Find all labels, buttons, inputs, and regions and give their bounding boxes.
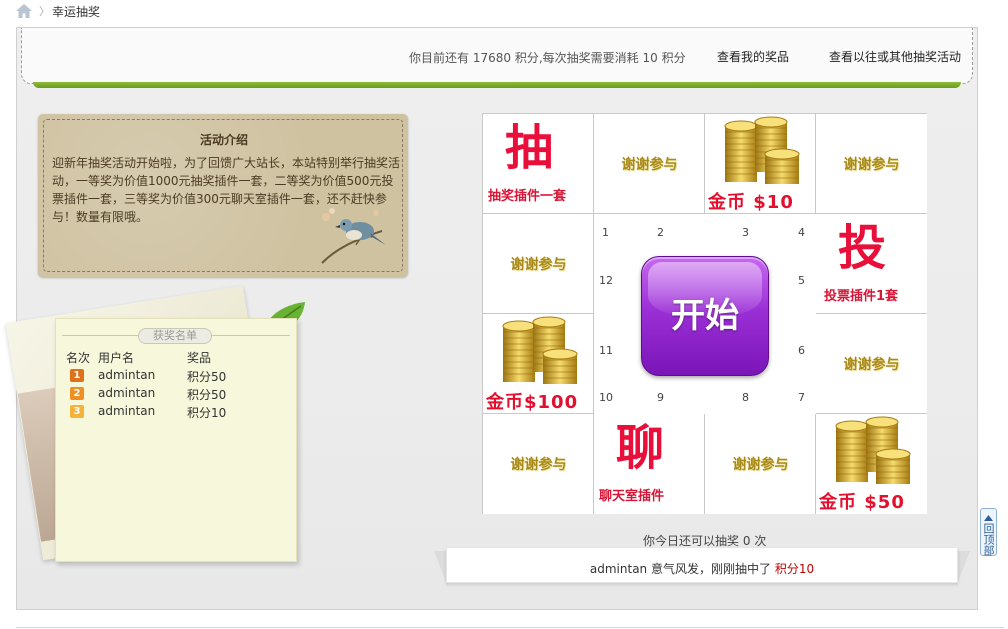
my-prizes-link[interactable]: 查看我的奖品 xyxy=(717,48,789,65)
ticker-message: admintan 意气风发，刚刚抽中了 积分10 xyxy=(434,560,970,577)
position-number: 7 xyxy=(798,391,805,404)
position-number: 3 xyxy=(742,226,749,239)
grid-cell-5[interactable]: 投 投票插件1套 xyxy=(816,214,927,314)
prize-label-coin-10: 金币 $10 xyxy=(708,192,794,213)
position-number: 9 xyxy=(657,391,664,404)
grid-cell-4[interactable]: 谢谢参与 xyxy=(816,114,927,214)
prize-char-vote: 投 xyxy=(838,220,887,276)
breadcrumb-separator: 〉 xyxy=(39,5,50,18)
prize-label-vote-plugin: 投票插件1套 xyxy=(824,289,899,304)
grid-cell-16[interactable]: 谢谢参与 xyxy=(483,214,594,314)
winner-row: 2 admintan 积分50 xyxy=(56,385,296,403)
prize-label-chat-plugin: 聊天室插件 xyxy=(599,489,665,504)
points-mid: 积分,每次抽奖需要消耗 xyxy=(514,51,639,65)
intro-border: 活动介绍 迎新年抽奖活动开始啦，为了回馈广大站长，本站特别举行抽奖活动，一等奖为… xyxy=(43,119,403,272)
header-user: 用户名 xyxy=(98,351,135,365)
points-value: 17680 xyxy=(472,51,512,65)
prize-label-coin-100: 金币$100 xyxy=(486,392,579,413)
thanks-label: 谢谢参与 xyxy=(510,257,567,273)
ticker-prize: 积分10 xyxy=(774,562,815,576)
rank-badge: 1 xyxy=(70,369,84,382)
intro-title: 活动介绍 xyxy=(199,133,248,147)
start-button[interactable]: 开始 xyxy=(641,256,769,376)
thanks-label: 谢谢参与 xyxy=(732,457,789,473)
ticker-user: admintan xyxy=(589,562,648,576)
activity-intro-card: 活动介绍 迎新年抽奖活动开始啦，为了回馈广大站长，本站特别举行抽奖活动，一等奖为… xyxy=(38,114,408,277)
breadcrumb: 〉 幸运抽奖 xyxy=(0,0,1008,22)
winner-user: admintan xyxy=(98,386,156,400)
green-divider xyxy=(33,82,961,88)
remaining-prefix: 你今日还可以抽奖 xyxy=(643,534,740,548)
position-number: 1 xyxy=(602,226,609,239)
grid-cell-1[interactable]: 抽 抽奖插件一套 xyxy=(483,114,594,214)
winners-tab: 获奖名单 xyxy=(138,328,212,344)
points-suffix: 积分 xyxy=(661,51,686,65)
lottery-grid: 抽 抽奖插件一套 谢谢参与 金币 $10 谢谢参与 谢谢参与 金币$100 投 … xyxy=(482,113,927,514)
points-prefix: 你目前还有 xyxy=(409,51,470,65)
winner-ticker: admintan 意气风发，刚刚抽中了 积分10 xyxy=(434,547,970,591)
home-icon[interactable] xyxy=(15,3,33,19)
ticker-text: 意气风发，刚刚抽中了 xyxy=(650,562,771,576)
winners-notepad: 获奖名单 名次 用户名 奖品 1 admintan 积分50 2 admintan 积分5… xyxy=(55,318,297,562)
grid-cell-10[interactable]: 谢谢参与 xyxy=(483,414,594,514)
position-number: 12 xyxy=(599,274,613,287)
thanks-label: 谢谢参与 xyxy=(843,357,900,373)
gold-coins-icon xyxy=(502,316,578,385)
header-rank: 名次 xyxy=(66,351,91,365)
back-to-top-label: 回顶部 xyxy=(982,523,995,556)
prize-char-chat: 聊 xyxy=(616,420,665,476)
remaining-suffix: 次 xyxy=(754,534,767,548)
cost-value: 10 xyxy=(642,51,658,65)
grid-cell-3[interactable]: 金币 $10 xyxy=(705,114,816,214)
start-label: 开始 xyxy=(671,296,739,336)
breadcrumb-current: 幸运抽奖 xyxy=(52,5,101,19)
thanks-label: 谢谢参与 xyxy=(843,157,900,173)
winner-prize: 积分50 xyxy=(187,370,227,384)
grid-center: 1 2 3 4 5 6 7 8 9 10 11 12 开始 xyxy=(594,214,816,414)
winner-user: admintan xyxy=(98,404,156,418)
gold-coins-icon xyxy=(724,116,800,185)
prize-label-coin-50: 金币 $50 xyxy=(819,492,905,513)
grid-cell-8[interactable]: 谢谢参与 xyxy=(705,414,816,514)
position-number: 2 xyxy=(657,226,664,239)
winner-row: 1 admintan 积分50 xyxy=(56,367,296,385)
winner-prize: 积分10 xyxy=(187,406,227,420)
grid-cell-9[interactable]: 聊 聊天室插件 xyxy=(594,414,705,514)
thanks-label: 谢谢参与 xyxy=(510,457,567,473)
arrow-up-icon xyxy=(984,515,993,521)
back-to-top-button[interactable]: 回顶部 xyxy=(980,508,997,556)
position-number: 6 xyxy=(798,344,805,357)
position-number: 5 xyxy=(798,274,805,287)
grid-cell-7[interactable]: 金币 $50 xyxy=(816,414,927,514)
header-prize: 奖品 xyxy=(187,351,212,365)
grid-cell-6[interactable]: 谢谢参与 xyxy=(816,314,927,414)
prize-char-raffle: 抽 xyxy=(505,120,554,176)
position-number: 11 xyxy=(599,344,613,357)
bird-icon xyxy=(321,208,386,264)
remaining-count: 0 xyxy=(742,534,751,548)
rank-badge: 2 xyxy=(70,387,84,400)
footer-divider xyxy=(16,627,1004,628)
points-info: 你目前还有 17680 积分,每次抽奖需要消耗 10 积分 xyxy=(409,49,686,66)
grid-cell-15[interactable]: 金币$100 xyxy=(483,314,594,414)
winner-prize: 积分50 xyxy=(187,388,227,402)
winner-user: admintan xyxy=(98,368,156,382)
winner-row: 3 admintan 积分10 xyxy=(56,403,296,421)
gold-coins-icon xyxy=(835,416,911,485)
rank-badge: 3 xyxy=(70,405,84,418)
position-number: 4 xyxy=(798,226,805,239)
thanks-label: 谢谢参与 xyxy=(621,157,678,173)
grid-cell-2[interactable]: 谢谢参与 xyxy=(594,114,705,214)
other-activities-link[interactable]: 查看以往或其他抽奖活动 xyxy=(829,48,961,65)
position-number: 10 xyxy=(599,391,613,404)
position-number: 8 xyxy=(742,391,749,404)
points-bar: 你目前还有 17680 积分,每次抽奖需要消耗 10 积分 查看我的奖品 查看以… xyxy=(21,28,973,84)
prize-label-raffle-plugin: 抽奖插件一套 xyxy=(488,189,567,204)
